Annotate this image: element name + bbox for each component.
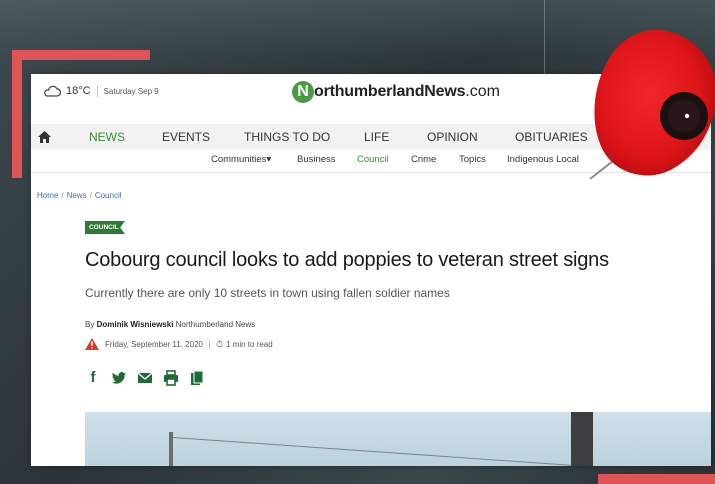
home-icon[interactable] [38, 131, 51, 143]
clock-icon: ⏱ [215, 338, 224, 349]
subnav-item-indigenous-local[interactable]: Indigenous Local [507, 154, 579, 165]
current-date: Saturday Sep 9 [103, 86, 159, 96]
facebook-icon[interactable]: f [85, 370, 101, 386]
breadcrumb-home[interactable]: Home [37, 191, 58, 200]
nav-item-things-to-do[interactable]: THINGS TO DO [244, 130, 330, 144]
article-subheadline: Currently there are only 10 streets in t… [85, 286, 450, 300]
article-meta: Friday, September 11, 2020 ⏱ 1 min to re… [85, 338, 273, 350]
subnav-item-business[interactable]: Business [297, 154, 336, 165]
logo-name: orthumberlandNews [314, 83, 466, 100]
nav-item-opinion[interactable]: OPINION [427, 130, 478, 144]
article-photo [85, 412, 711, 466]
email-icon[interactable] [137, 370, 153, 386]
background-line [544, 0, 545, 75]
weather-widget[interactable]: 18°C Saturday Sep 9 [43, 85, 159, 97]
nav-item-obituaries[interactable]: OBITUARIES [515, 130, 588, 144]
article-headline: Cobourg council looks to add poppies to … [85, 249, 609, 271]
nav-item-news[interactable]: NEWS [89, 130, 125, 144]
subnav-item-crime[interactable]: Crime [411, 154, 436, 165]
frame-accent-bottom [598, 474, 715, 484]
breadcrumb-separator: / [89, 191, 92, 200]
author-name[interactable]: Dominik Wisniewski [97, 320, 174, 329]
frame-accent-top [12, 50, 150, 60]
weather-divider [96, 85, 98, 97]
nav-item-events[interactable]: EVENTS [162, 130, 210, 144]
subnav-item-council[interactable]: Council [357, 154, 389, 165]
breadcrumb-separator: / [61, 191, 64, 200]
frame-accent-left [12, 50, 22, 178]
temperature: 18°C [66, 85, 91, 97]
site-logo[interactable]: N orthumberlandNews .com [292, 81, 500, 103]
warning-icon [85, 338, 99, 350]
copy-icon[interactable] [189, 370, 205, 386]
poppy-icon [594, 29, 715, 176]
print-icon[interactable] [163, 370, 179, 386]
breadcrumb-council[interactable]: Council [95, 191, 122, 200]
breadcrumb-news[interactable]: News [67, 191, 87, 200]
logo-domain: .com [465, 83, 500, 100]
subnav-item-topics[interactable]: Topics [459, 154, 486, 165]
nav-item-life[interactable]: LIFE [364, 130, 389, 144]
breadcrumb: Home / News / Council [37, 191, 122, 200]
byline: By Dominik Wisniewski Northumberland New… [85, 320, 255, 329]
photo-pole-left [169, 432, 173, 466]
category-tag[interactable]: COUNCIL [85, 221, 125, 234]
publication-name: Northumberland News [175, 320, 256, 329]
publish-date: Friday, September 11, 2020 [105, 339, 203, 349]
cloud-icon [44, 85, 61, 97]
read-time: 1 min to read [226, 339, 273, 349]
photo-wire [172, 437, 573, 466]
logo-mark: N [292, 81, 314, 103]
meta-divider [208, 339, 210, 349]
subnav-item-communities[interactable]: Communities▾ [211, 154, 271, 165]
twitter-icon[interactable] [111, 370, 127, 386]
share-bar: f [85, 370, 215, 386]
byline-prefix: By [85, 320, 95, 329]
photo-pole-right [571, 412, 593, 466]
